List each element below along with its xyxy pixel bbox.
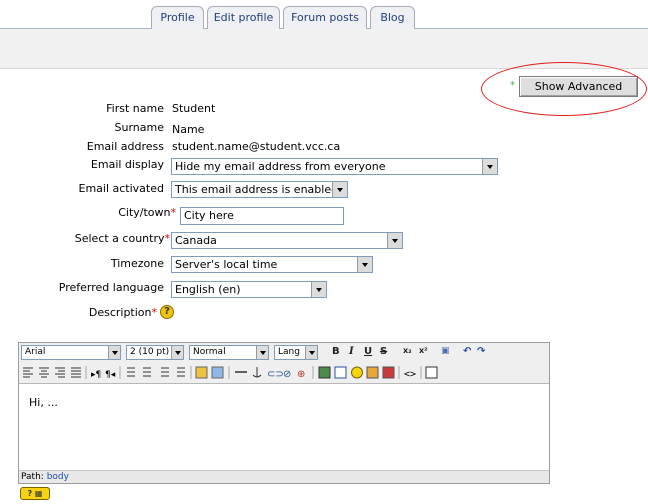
format-select[interactable]: Normal	[189, 345, 269, 360]
nolink-icon[interactable]: ⊕	[297, 369, 305, 380]
text-color-icon[interactable]	[195, 366, 208, 379]
align-center-icon[interactable]	[39, 367, 49, 378]
country-label: Select a country*	[74, 232, 171, 245]
tab-profile[interactable]: Profile	[151, 6, 204, 29]
align-left-icon[interactable]	[23, 367, 33, 378]
underline-icon[interactable]: U	[364, 346, 372, 357]
html-editor: Arial 2 (10 pt) Normal Lang B I U S x₂ x…	[18, 342, 550, 484]
email-display-select[interactable]: Hide my email address from everyone	[171, 158, 498, 175]
ordered-list-icon[interactable]	[127, 367, 135, 377]
lang-value: Lang	[278, 347, 300, 357]
fullscreen-icon[interactable]	[425, 366, 438, 379]
search-replace-icon[interactable]	[382, 366, 395, 379]
city-input[interactable]: City here	[180, 207, 344, 225]
required-star: *	[151, 306, 158, 319]
timezone-value: Server's local time	[175, 258, 278, 271]
unlink-icon[interactable]: ⊘	[283, 369, 291, 380]
chevron-down-icon[interactable]	[256, 346, 268, 359]
redo-icon[interactable]: ↷	[477, 346, 485, 357]
outdent-icon[interactable]	[161, 367, 169, 377]
email-activated-select[interactable]: This email address is enabled	[171, 181, 348, 198]
chevron-down-icon[interactable]	[482, 159, 497, 174]
html-source-icon[interactable]: <>	[404, 369, 416, 380]
editor-path-bar: Path: body	[19, 471, 549, 483]
surname-label: Surname	[114, 121, 164, 134]
email-display-value: Hide my email address from everyone	[175, 160, 386, 173]
font-family-select[interactable]: Arial	[21, 345, 121, 360]
country-select[interactable]: Canada	[171, 232, 403, 249]
email-value: student.name@student.vcc.ca	[172, 140, 341, 153]
chevron-down-icon[interactable]	[311, 282, 326, 297]
editor-content[interactable]: Hi, ...	[19, 384, 549, 471]
link-icon[interactable]: ⊂⊃	[267, 369, 284, 380]
tab-edit-profile[interactable]: Edit profile	[207, 6, 280, 29]
email-label: Email address	[86, 140, 164, 153]
align-right-icon[interactable]	[55, 367, 65, 378]
subscript-icon[interactable]: x₂	[403, 346, 412, 355]
chevron-down-icon[interactable]	[357, 257, 372, 272]
bold-icon[interactable]: B	[332, 346, 340, 357]
description-label: Description*	[88, 306, 158, 319]
language-select[interactable]: English (en)	[171, 281, 327, 298]
insert-table-icon[interactable]	[334, 366, 347, 379]
chevron-down-icon[interactable]	[171, 346, 183, 359]
rtl-icon[interactable]: ¶◂	[105, 370, 116, 380]
first-name-value: Student	[172, 102, 216, 115]
email-display-label: Email display	[90, 158, 164, 171]
timezone-label: Timezone	[110, 257, 164, 270]
highlight-ellipse	[481, 62, 647, 116]
font-size-value: 2 (10 pt)	[130, 347, 170, 357]
strikethrough-icon[interactable]: S	[380, 346, 387, 357]
tab-bar: Profile Edit profile Forum posts Blog	[0, 0, 648, 29]
chevron-down-icon[interactable]	[387, 233, 402, 248]
font-family-value: Arial	[25, 347, 46, 357]
chevron-down-icon[interactable]	[305, 346, 317, 359]
italic-icon[interactable]: I	[349, 346, 354, 357]
clean-word-icon[interactable]: ▣	[441, 346, 450, 356]
city-label: City/town*	[118, 206, 177, 219]
tab-forum-posts[interactable]: Forum posts	[283, 6, 367, 29]
editor-toolbar: Arial 2 (10 pt) Normal Lang B I U S x₂ x…	[19, 343, 549, 384]
country-value: Canada	[175, 234, 217, 247]
smiley-icon[interactable]	[351, 366, 363, 379]
keyboard-help-icon[interactable]: ? ▦	[20, 487, 50, 500]
email-activated-value: This email address is enabled	[175, 183, 339, 196]
email-activated-label: Email activated	[78, 182, 165, 195]
justify-icon[interactable]	[71, 367, 81, 378]
path-label: Path:	[21, 472, 44, 482]
path-body-link[interactable]: body	[47, 472, 69, 482]
indent-icon[interactable]	[177, 367, 185, 377]
background-color-icon[interactable]	[211, 366, 224, 379]
chevron-down-icon[interactable]	[332, 182, 347, 197]
surname-value: Name	[172, 123, 205, 136]
required-star: *	[164, 232, 171, 245]
lang-select[interactable]: Lang	[274, 345, 318, 360]
undo-icon[interactable]: ↶	[463, 346, 471, 357]
first-name-label: First name	[106, 102, 164, 115]
anchor-icon[interactable]	[252, 367, 262, 378]
unordered-list-icon[interactable]	[143, 367, 151, 377]
timezone-select[interactable]: Server's local time	[171, 256, 373, 273]
tab-blog[interactable]: Blog	[370, 6, 415, 29]
font-size-select[interactable]: 2 (10 pt)	[126, 345, 184, 360]
toolbar-row-2: ▸¶ ¶◂ ⊂⊃ ⊘ ⊕ <>	[23, 366, 438, 380]
insert-image-icon[interactable]	[318, 366, 331, 379]
required-star: *	[170, 206, 177, 219]
language-label: Preferred language	[58, 281, 164, 294]
superscript-icon[interactable]: x²	[419, 346, 428, 355]
special-char-icon[interactable]	[366, 366, 379, 379]
format-value: Normal	[193, 347, 226, 357]
help-icon[interactable]: ?	[160, 305, 174, 319]
ltr-icon[interactable]: ▸¶	[91, 370, 101, 380]
language-value: English (en)	[175, 283, 241, 296]
chevron-down-icon[interactable]	[108, 346, 120, 359]
